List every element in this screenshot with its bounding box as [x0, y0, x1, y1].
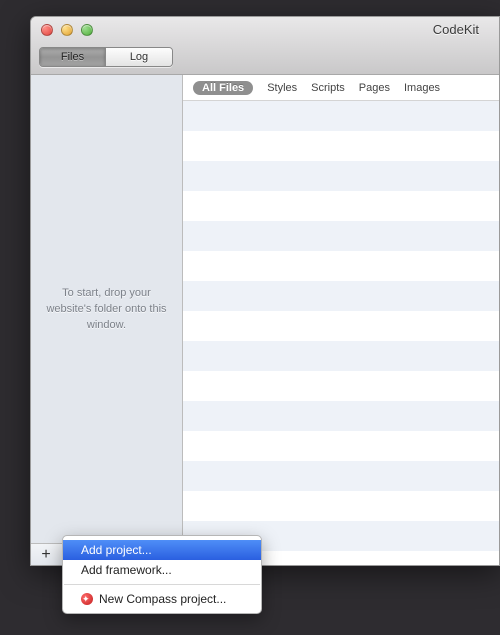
tab-log[interactable]: Log [106, 48, 172, 66]
filter-bar: All Files Styles Scripts Pages Images [183, 75, 499, 101]
view-segmented-control: Files Log [39, 47, 173, 67]
list-row [183, 281, 499, 311]
minimize-icon[interactable] [61, 24, 73, 36]
zoom-icon[interactable] [81, 24, 93, 36]
main-panel: All Files Styles Scripts Pages Images [183, 75, 499, 565]
compass-icon [81, 593, 93, 605]
list-row [183, 101, 499, 131]
list-row [183, 311, 499, 341]
filter-all-files[interactable]: All Files [193, 81, 253, 95]
menu-new-compass-label: New Compass project... [99, 591, 226, 607]
file-list [183, 101, 499, 565]
filter-images[interactable]: Images [404, 82, 440, 94]
list-row [183, 431, 499, 461]
list-row [183, 161, 499, 191]
list-row [183, 251, 499, 281]
traffic-lights [41, 24, 93, 36]
menu-new-compass[interactable]: New Compass project... [63, 589, 261, 609]
app-title: CodeKit [433, 22, 479, 37]
list-row [183, 341, 499, 371]
filter-scripts[interactable]: Scripts [311, 82, 345, 94]
titlebar: CodeKit Files Log [31, 17, 499, 75]
list-row [183, 491, 499, 521]
menu-add-framework[interactable]: Add framework... [63, 560, 261, 580]
menu-add-project[interactable]: Add project... [63, 540, 261, 560]
filter-pages[interactable]: Pages [359, 82, 390, 94]
tab-files[interactable]: Files [40, 48, 106, 66]
list-row [183, 371, 499, 401]
list-row [183, 221, 499, 251]
add-context-menu: Add project... Add framework... New Comp… [62, 535, 262, 614]
list-row [183, 191, 499, 221]
window-body: To start, drop your website's folder ont… [31, 75, 499, 565]
sidebar-hint: To start, drop your website's folder ont… [31, 75, 182, 543]
list-row [183, 131, 499, 161]
filter-styles[interactable]: Styles [267, 82, 297, 94]
app-window: CodeKit Files Log To start, drop your we… [30, 16, 500, 566]
add-button[interactable]: + [37, 548, 55, 562]
sidebar[interactable]: To start, drop your website's folder ont… [31, 75, 183, 565]
list-row [183, 401, 499, 431]
list-row [183, 461, 499, 491]
close-icon[interactable] [41, 24, 53, 36]
menu-separator [64, 584, 260, 585]
